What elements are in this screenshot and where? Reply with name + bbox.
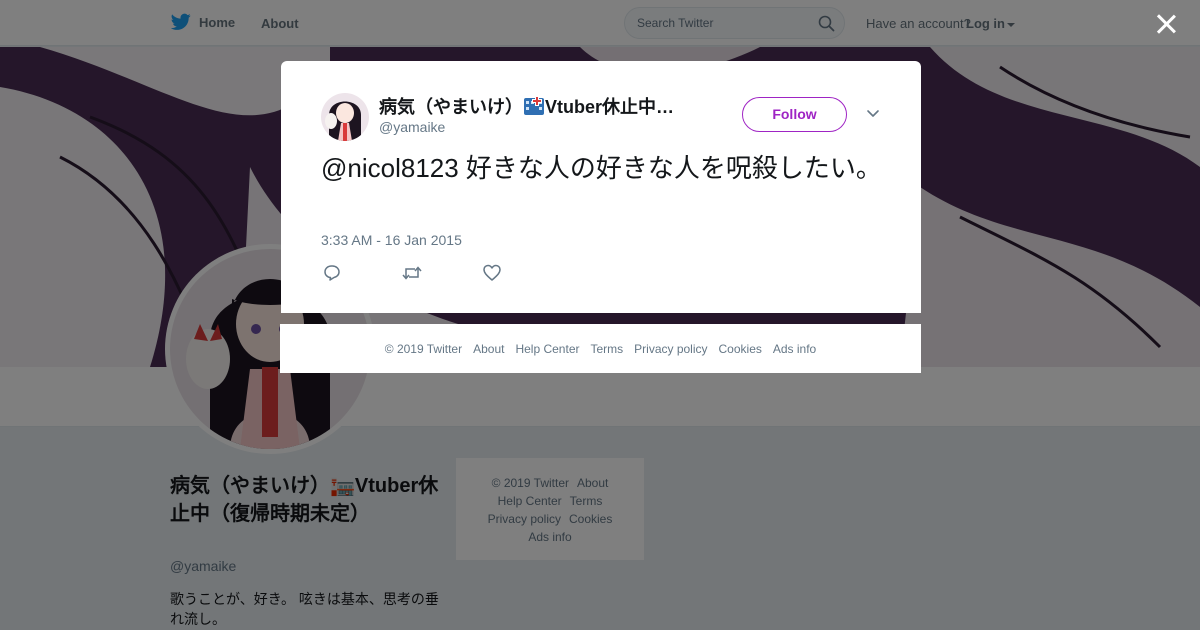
footer-privacy-link[interactable]: Privacy policy (634, 342, 707, 356)
author-avatar-illustration (321, 93, 369, 141)
footer-help-center-link[interactable]: Help Center (515, 342, 579, 356)
footer-about-link[interactable]: About (473, 342, 504, 356)
close-icon[interactable] (1155, 13, 1177, 35)
tweet-modal: 病気（やまいけ） Vtuber休止中… @yamaike Follow @nico… (281, 61, 921, 313)
tweet-timestamp[interactable]: 3:33 AM - 16 Jan 2015 (321, 232, 462, 248)
footer-cookies-link[interactable]: Cookies (719, 342, 762, 356)
like-icon[interactable] (483, 264, 501, 282)
chevron-down-icon[interactable] (866, 109, 880, 119)
author-name-part: 病気（やまいけ） (379, 97, 523, 117)
retweet-icon[interactable] (402, 264, 422, 282)
tweet-text: @nicol8123 好きな人の好きな人を呪殺したい。 (321, 153, 882, 183)
hospital-icon (524, 96, 544, 115)
footer-terms-link[interactable]: Terms (590, 342, 623, 356)
footer-copyright: © 2019 Twitter (384, 341, 463, 356)
tweet-author-name[interactable]: 病気（やまいけ） Vtuber休止中… (379, 93, 674, 119)
modal-footer: © 2019 Twitter About Help Center Terms P… (280, 324, 921, 373)
follow-button[interactable]: Follow (742, 97, 847, 132)
footer-ads-info-link[interactable]: Ads info (773, 342, 816, 356)
tweet-author-handle[interactable]: @yamaike (379, 119, 445, 135)
tweet-author-avatar[interactable] (321, 93, 369, 141)
author-name-tail: Vtuber休止中… (545, 97, 675, 117)
reply-icon[interactable] (323, 264, 341, 282)
